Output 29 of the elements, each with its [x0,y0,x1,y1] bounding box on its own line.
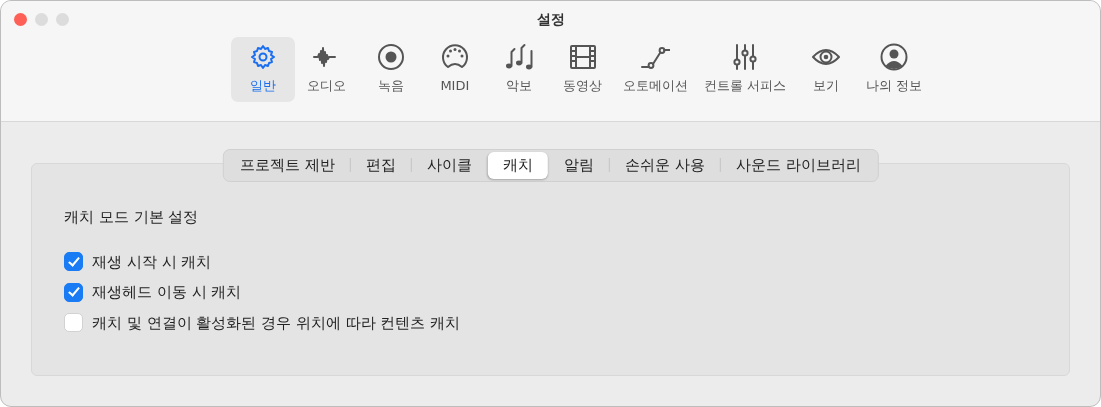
toolbar-tab[interactable]: 보기 [794,37,858,102]
record-icon [375,42,406,72]
tab[interactable]: 알림 [549,152,610,179]
tab[interactable]: 사이클 [412,152,488,179]
checkbox-label: 재생헤드 이동 시 캐치 [92,282,242,303]
window-title: 설정 [536,9,565,29]
tab[interactable]: 캐치 [488,152,549,179]
checkbox[interactable] [64,252,83,272]
film-icon [567,42,598,72]
checkbox[interactable] [64,282,83,302]
toolbar-tab[interactable]: 동영상 [550,37,615,102]
toolbar-tab[interactable]: 녹음 [358,37,423,102]
tab[interactable]: 프로젝트 제반 [225,152,351,179]
tab[interactable]: 손쉬운 사용 [610,152,720,179]
checkbox-label: 캐치 및 연결이 활성화된 경우 위치에 따라 컨텐츠 캐치 [92,312,461,334]
toolbar-tab[interactable]: 오디오 [294,37,359,102]
tab[interactable]: 사운드 라이브러리 [720,152,876,179]
toolbar-tab[interactable]: 나의 정보 [858,37,931,102]
toolbar-tab[interactable]: MIDI [422,37,487,102]
toolbar-tab[interactable]: 오토메이션 [614,37,696,102]
checkbox-label: 재생 시작 시 캐치 [92,251,212,273]
toolbar-tab[interactable]: 컨트롤 서피스 [695,37,794,102]
toolbar-tab[interactable]: 일반 [230,37,295,102]
user-icon [879,42,910,72]
music-notes-icon [503,42,534,72]
toolbar-tab[interactable]: 악보 [486,37,551,102]
section-heading: 캐치 모드 기본 설정 [64,207,200,228]
close-button[interactable] [14,13,27,26]
tab[interactable]: 편집 [351,152,412,179]
